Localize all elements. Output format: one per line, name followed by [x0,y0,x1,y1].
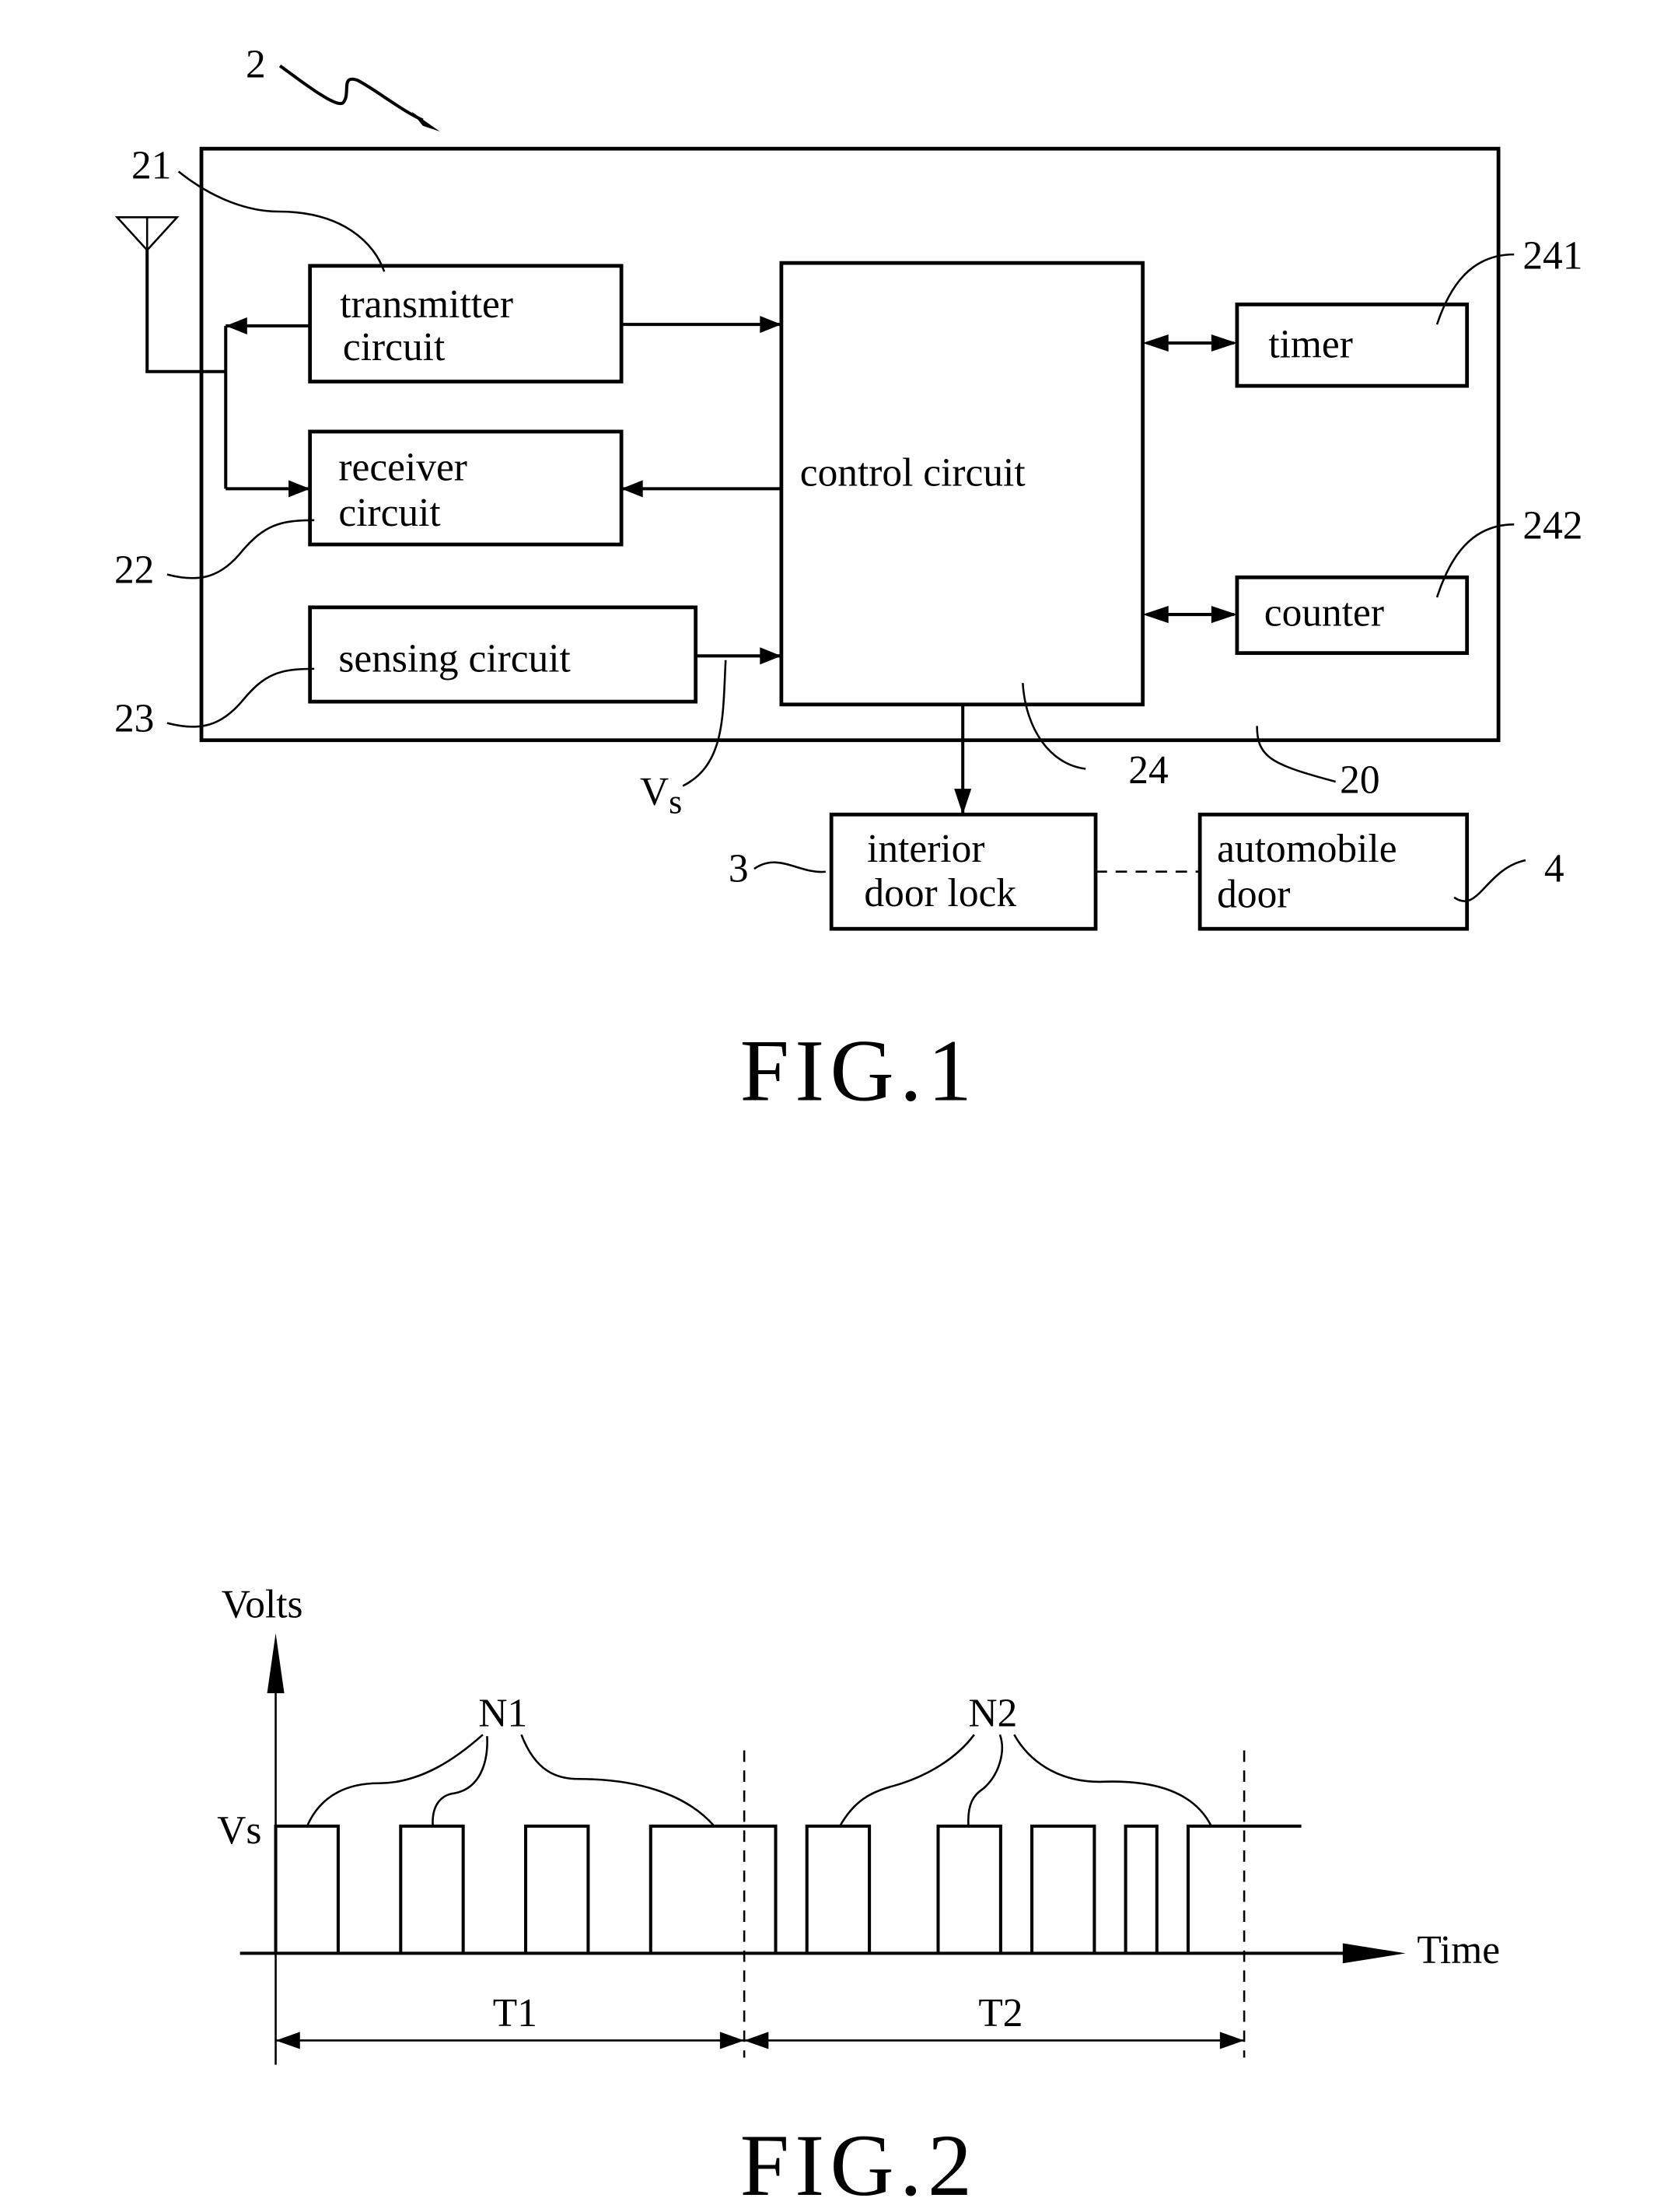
ref-label-receiver: 22 [114,548,154,593]
receiver-circuit-block: receiver circuit [308,429,624,547]
x-axis-arrow [1342,1943,1406,1964]
arrow-sense-to-control [760,647,781,665]
patent-drawing: 2 transmitter circuit 21 receiver circui… [114,42,1582,2212]
svg-text:door: door [1217,873,1290,917]
interior-door-lock-block: interior door lock [829,812,1098,931]
ref-leader-door-lock [753,861,826,873]
ref-label-counter: 242 [1522,504,1582,548]
arrow-to-receiver [288,480,310,498]
fig1-block-diagram: 2 transmitter circuit 21 receiver circui… [114,42,1582,1119]
x-axis-label: Time [1417,1928,1500,1972]
y-axis-arrow [267,1633,285,1694]
ref-leader-transmitter [177,170,386,272]
svg-text:circuit: circuit [343,325,445,369]
period-label-t2: T2 [978,1991,1023,2035]
arrow-counter-left [1142,606,1169,624]
ref-label-door-lock: 3 [729,847,749,891]
period-label-t1: T1 [493,1991,537,2035]
pulse [936,1824,1002,1954]
sensing-circuit-block: sensing circuit [308,605,698,704]
ref-leader-sensing [166,667,315,728]
svg-text:counter: counter [1264,591,1384,635]
pulse [648,1824,778,1954]
automobile-door-block: automobile door [1197,812,1470,931]
arrow-timer-right [1211,334,1237,352]
pulse [1030,1824,1096,1954]
t1-arrow-left [275,2032,300,2049]
arrow-tx-to-control [760,316,781,334]
y-axis-label: Volts [222,1583,303,1627]
svg-text:control circuit: control circuit [800,451,1026,495]
arrow-control-to-lock [954,789,972,815]
pulse [399,1824,465,1954]
signal-label-vs: Vs [640,769,682,821]
pulse [1124,1824,1159,1954]
arrow-control-to-rx [621,480,643,498]
fig2-caption: FIG.2 [740,2116,978,2212]
arrow-counter-right [1211,606,1237,624]
ref-label-system: 2 [246,42,266,86]
ref-label-timer: 241 [1522,233,1582,278]
control-circuit-block: control circuit [779,261,1145,707]
arrow-to-antenna [225,317,247,334]
ref-label-control: 24 [1128,748,1168,793]
arrow-timer-left [1142,334,1169,352]
ref-leader-receiver [166,519,315,579]
transmitter-circuit-block: transmitter circuit [308,264,624,383]
ref-label-housing: 20 [1340,758,1379,803]
pulse-group-label-n2: N2 [969,1691,1018,1735]
pulse [805,1824,872,1954]
svg-text:sensing circuit: sensing circuit [338,637,570,681]
t2-arrow-right [1219,2032,1245,2049]
ref-label-sensing: 23 [114,697,154,741]
n1-leader [306,1734,484,1827]
antenna-icon [114,216,226,373]
svg-text:receiver: receiver [338,445,467,489]
y-tick-vs: Vs [217,1808,261,1853]
pulse-train [274,1824,1302,1954]
svg-text:automobile: automobile [1217,827,1397,871]
svg-text:interior: interior [867,827,984,871]
timer-block: timer [1235,303,1470,388]
ref-leader-system [278,64,424,122]
svg-text:door lock: door lock [864,871,1016,915]
n2-leader [839,1734,975,1827]
ref-leader-housing [1256,726,1336,783]
svg-text:timer: timer [1268,322,1353,366]
fig2-waveform-chart: Volts Time Vs T1 T2 N1 N2 FIG.2 [217,1583,1500,2212]
pulse-group-label-n1: N1 [478,1691,527,1735]
t2-arrow-left [744,2032,769,2049]
pulse [524,1824,590,1954]
ref-label-transmitter: 21 [131,144,171,188]
svg-text:transmitter: transmitter [340,282,513,327]
svg-text:circuit: circuit [338,491,440,535]
ref-label-auto-door: 4 [1544,847,1564,891]
pulse [274,1824,340,1954]
arrow-head-system [411,111,440,132]
t1-arrow-right [719,2032,745,2049]
counter-block: counter [1235,575,1470,656]
fig1-caption: FIG.1 [740,1022,978,1120]
